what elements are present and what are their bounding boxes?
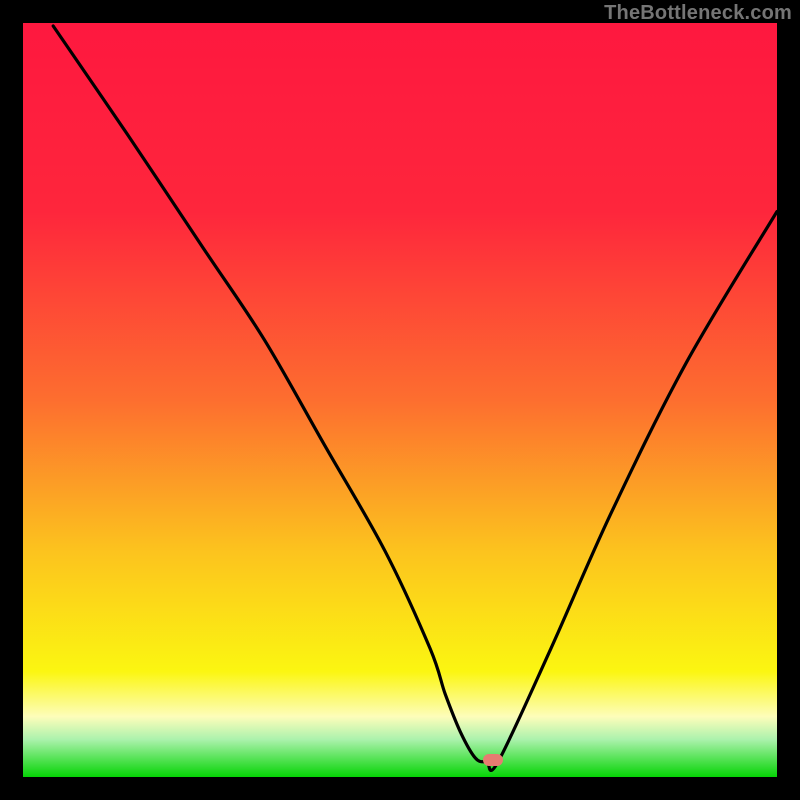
chart-frame: TheBottleneck.com	[0, 0, 800, 800]
watermark-text: TheBottleneck.com	[604, 2, 792, 25]
bottleneck-curve	[23, 23, 777, 777]
plot-area	[23, 23, 777, 777]
optimum-marker	[483, 754, 503, 766]
